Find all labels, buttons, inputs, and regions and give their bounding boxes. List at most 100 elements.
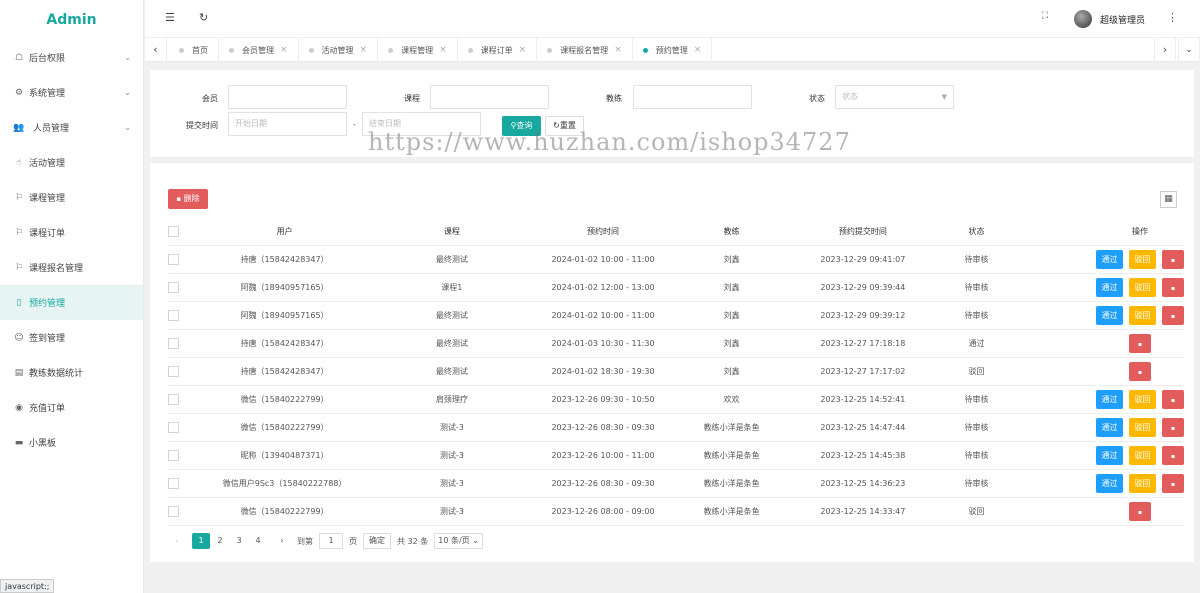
row-checkbox[interactable] bbox=[168, 281, 179, 293]
menu-collapse-icon[interactable]: ☰ bbox=[165, 11, 175, 24]
page-size-select[interactable]: 10 条/页 ⌄ bbox=[434, 533, 483, 549]
close-icon[interactable]: × bbox=[439, 45, 447, 55]
tab-3[interactable]: 课程管理 × bbox=[378, 38, 458, 62]
close-icon[interactable]: × bbox=[694, 45, 702, 55]
delete-row-button[interactable]: ▪ bbox=[1162, 389, 1184, 409]
status-label: 状态 bbox=[809, 94, 825, 103]
tab-2[interactable]: 活动管理 × bbox=[299, 38, 379, 62]
row-checkbox[interactable] bbox=[168, 477, 179, 489]
cell-user: 微信（15840222799） bbox=[186, 413, 383, 442]
sidebar-item-4[interactable]: ⚐ 课程管理 bbox=[0, 180, 143, 215]
reject-button[interactable]: 驳回 bbox=[1129, 389, 1156, 409]
column-filter-icon[interactable]: ▦ bbox=[1160, 191, 1177, 208]
sidebar-item-1[interactable]: ⚙ 系统管理 ⌄ bbox=[0, 75, 143, 110]
cell-actions: ▪ bbox=[1006, 497, 1184, 526]
tab-6[interactable]: 预约管理 × bbox=[633, 38, 713, 62]
row-select-cell bbox=[168, 413, 187, 442]
goto-page-input[interactable]: 1 bbox=[319, 533, 343, 549]
delete-selected-button[interactable]: ▪ 删除 bbox=[168, 189, 208, 209]
delete-row-button[interactable]: ▪ bbox=[1129, 361, 1151, 381]
member-input[interactable] bbox=[228, 85, 347, 109]
tab-5[interactable]: 课程报名管理 × bbox=[537, 38, 633, 62]
reject-button[interactable]: 驳回 bbox=[1129, 305, 1156, 325]
more-vertical-icon[interactable]: ⋮ bbox=[1167, 11, 1178, 24]
tab-label: 课程管理 bbox=[401, 45, 434, 55]
delete-row-button[interactable]: ▪ bbox=[1162, 305, 1184, 325]
approve-button[interactable]: 通过 bbox=[1096, 445, 1123, 465]
refresh-icon[interactable]: ↻ bbox=[199, 11, 208, 24]
sidebar-item-11[interactable]: ▬ 小黑板 bbox=[0, 425, 143, 460]
table-header-row: 用户 课程 预约时间 教练 预约提交时间 状态 操作 bbox=[168, 219, 1184, 246]
sidebar-item-8[interactable]: ☺ 签到管理 bbox=[0, 320, 143, 355]
approve-button[interactable]: 通过 bbox=[1096, 389, 1123, 409]
tab-1[interactable]: 会员管理 × bbox=[219, 38, 299, 62]
page-list: 1234 bbox=[192, 533, 267, 549]
page-1[interactable]: 1 bbox=[192, 533, 210, 549]
tab-4[interactable]: 课程订单 × bbox=[458, 38, 538, 62]
close-icon[interactable]: × bbox=[614, 45, 622, 55]
approve-button[interactable]: 通过 bbox=[1096, 277, 1123, 297]
page-3[interactable]: 3 bbox=[230, 533, 248, 549]
reject-button[interactable]: 驳回 bbox=[1129, 277, 1156, 297]
sidebar-item-7[interactable]: ▯ 预约管理 bbox=[0, 285, 143, 320]
cell-coach: 刘鑫 bbox=[684, 273, 779, 302]
row-checkbox[interactable] bbox=[168, 253, 179, 265]
row-checkbox[interactable] bbox=[168, 337, 179, 349]
row-checkbox[interactable] bbox=[168, 505, 179, 517]
close-icon[interactable]: × bbox=[280, 45, 288, 55]
approve-button[interactable]: 通过 bbox=[1096, 305, 1123, 325]
select-all-checkbox[interactable] bbox=[168, 226, 179, 238]
delete-row-button[interactable]: ▪ bbox=[1162, 473, 1184, 493]
sidebar-item-label: 小黑板 bbox=[29, 439, 57, 449]
sidebar-item-2[interactable]: 👥 人员管理 ⌄ bbox=[0, 110, 143, 145]
row-checkbox[interactable] bbox=[168, 365, 179, 377]
approve-button[interactable]: 通过 bbox=[1096, 473, 1123, 493]
sidebar-item-10[interactable]: ◉ 充值订单 bbox=[0, 390, 143, 425]
delete-row-button[interactable]: ▪ bbox=[1162, 445, 1184, 465]
sidebar-item-9[interactable]: ▤ 教练数据统计 bbox=[0, 355, 143, 390]
user-menu[interactable]: 超级管理员 bbox=[1073, 10, 1145, 28]
coach-input[interactable] bbox=[633, 85, 752, 109]
status-select[interactable]: 状态 ▼ bbox=[835, 85, 954, 109]
fullscreen-icon[interactable]: ⛶ bbox=[1042, 11, 1048, 21]
tab-scroll-left-icon[interactable]: ‹ bbox=[145, 38, 167, 62]
next-page-icon[interactable]: › bbox=[273, 533, 291, 549]
approve-button[interactable]: 通过 bbox=[1096, 249, 1123, 269]
sidebar-item-0[interactable]: ☖ 后台权限 ⌄ bbox=[0, 40, 143, 75]
row-checkbox[interactable] bbox=[168, 421, 179, 433]
prev-page-icon[interactable]: ‹ bbox=[168, 533, 186, 549]
sidebar-item-5[interactable]: ⚐ 课程订单 bbox=[0, 215, 143, 250]
tab-dot-icon bbox=[229, 47, 234, 53]
close-icon[interactable]: × bbox=[360, 45, 368, 55]
close-icon[interactable]: × bbox=[519, 45, 527, 55]
delete-row-button[interactable]: ▪ bbox=[1162, 277, 1184, 297]
cell-coach: 刘鑫 bbox=[684, 329, 779, 358]
approve-button[interactable]: 通过 bbox=[1096, 417, 1123, 437]
page-4[interactable]: 4 bbox=[249, 533, 267, 549]
row-checkbox[interactable] bbox=[168, 449, 179, 461]
goto-confirm-button[interactable]: 确定 bbox=[363, 533, 391, 549]
tab-0[interactable]: 首页 bbox=[169, 38, 219, 62]
user-icon: ☖ bbox=[14, 52, 24, 63]
tab-scroll-right-icon[interactable]: › bbox=[1154, 38, 1176, 62]
cell-time: 2024-01-02 10:00 - 11:00 bbox=[521, 245, 685, 274]
reject-button[interactable]: 驳回 bbox=[1129, 445, 1156, 465]
cell-coach: 欢欢 bbox=[684, 385, 779, 414]
reject-button[interactable]: 驳回 bbox=[1129, 417, 1156, 437]
sidebar-item-6[interactable]: ⚐ 课程报名管理 bbox=[0, 250, 143, 285]
row-checkbox[interactable] bbox=[168, 309, 179, 321]
sidebar-item-3[interactable]: ☝ 活动管理 bbox=[0, 145, 143, 180]
delete-row-button[interactable]: ▪ bbox=[1162, 249, 1184, 269]
delete-row-button[interactable]: ▪ bbox=[1129, 333, 1151, 353]
tab-menu-chevron-down-icon[interactable]: ⌄ bbox=[1178, 38, 1200, 62]
cell-submitted: 2023-12-25 14:45:38 bbox=[778, 441, 947, 470]
page-2[interactable]: 2 bbox=[211, 533, 229, 549]
course-input[interactable] bbox=[430, 85, 549, 109]
cell-course: 最终测试 bbox=[382, 329, 522, 358]
row-checkbox[interactable] bbox=[168, 393, 179, 405]
reject-button[interactable]: 驳回 bbox=[1129, 473, 1156, 493]
delete-row-button[interactable]: ▪ bbox=[1129, 501, 1151, 521]
start-date-input[interactable]: 开始日期 bbox=[228, 112, 347, 136]
reject-button[interactable]: 驳回 bbox=[1129, 249, 1156, 269]
delete-row-button[interactable]: ▪ bbox=[1162, 417, 1184, 437]
